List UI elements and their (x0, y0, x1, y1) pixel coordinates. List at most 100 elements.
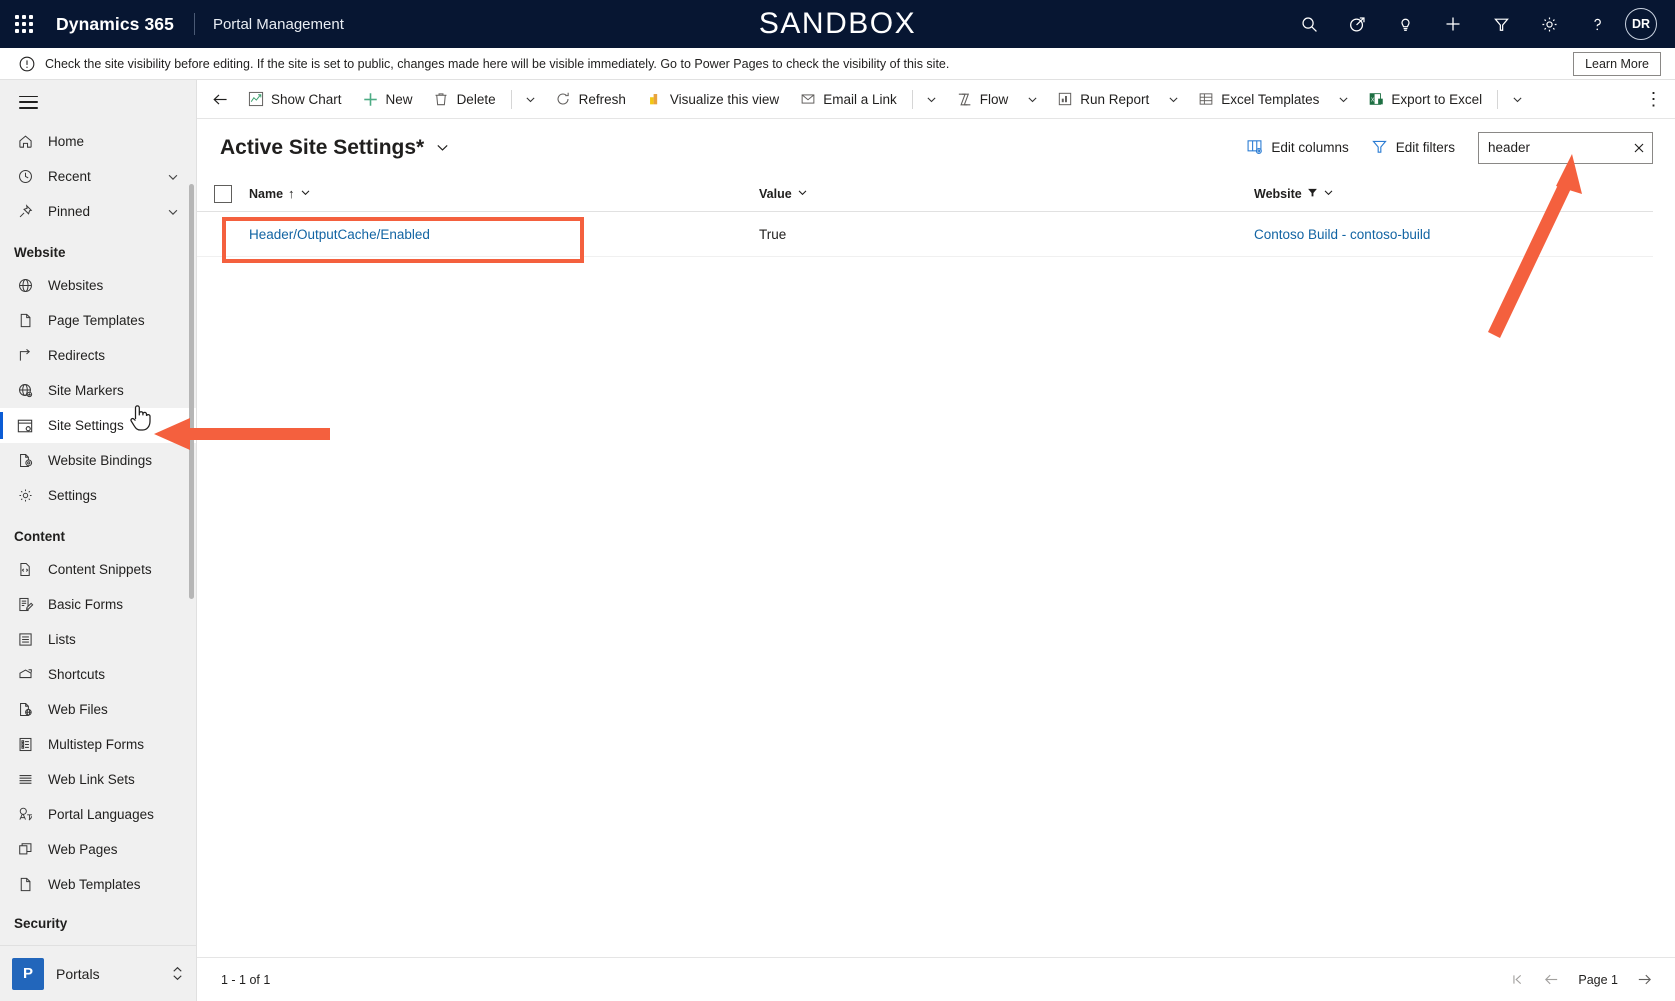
shortcut-icon (14, 664, 36, 686)
notification-text: Check the site visibility before editing… (45, 57, 949, 71)
sidebar-item-multistep-forms[interactable]: Multistep Forms (0, 727, 196, 762)
select-all-checkbox[interactable] (214, 185, 232, 203)
column-header-value[interactable]: Value (759, 187, 1254, 201)
run-report-button[interactable]: Run Report (1046, 80, 1159, 119)
chevron-down-icon[interactable] (166, 205, 180, 219)
search-input[interactable] (1488, 140, 1622, 155)
sidebar-item-basic-forms[interactable]: Basic Forms (0, 587, 196, 622)
excel-icon: X (1367, 91, 1384, 108)
flow-button[interactable]: Flow (946, 80, 1019, 119)
prev-page-icon[interactable] (1543, 971, 1560, 988)
assistant-icon[interactable] (1333, 0, 1381, 48)
row-website-link[interactable]: Contoso Build - contoso-build (1254, 227, 1430, 242)
sidebar-item-site-settings[interactable]: Site Settings (0, 408, 196, 443)
close-icon[interactable] (1632, 141, 1646, 155)
chevron-down-icon[interactable] (1323, 187, 1334, 201)
page-label: Page 1 (1578, 973, 1618, 987)
portal-switcher[interactable]: P Portals (0, 945, 197, 1001)
data-grid: Name ↑ Value Website (197, 176, 1675, 257)
refresh-button[interactable]: Refresh (545, 80, 636, 119)
delete-more-caret[interactable] (517, 80, 545, 119)
sidebar-item-lists[interactable]: Lists (0, 622, 196, 657)
form-edit-icon (14, 594, 36, 616)
record-count: 1 - 1 of 1 (221, 973, 270, 987)
email-link-icon (799, 91, 816, 108)
chevron-down-icon[interactable] (300, 187, 311, 201)
sidebar-item-label: Web Files (48, 702, 108, 717)
sidebar-scrollbar[interactable] (189, 184, 194, 599)
sidebar-item-website-bindings[interactable]: Website Bindings (0, 443, 196, 478)
column-filter-icon (1307, 187, 1318, 201)
column-header-name[interactable]: Name ↑ (249, 186, 759, 201)
avatar[interactable]: DR (1625, 8, 1657, 40)
sidebar-item-web-pages[interactable]: Web Pages (0, 832, 196, 867)
search-icon[interactable] (1285, 0, 1333, 48)
view-tools: Edit columns Edit filters (1237, 132, 1653, 164)
back-arrow-icon[interactable] (203, 80, 237, 119)
sidebar-group-website: Website (0, 229, 196, 268)
sidebar-item-web-templates[interactable]: Web Templates (0, 867, 196, 902)
chart-icon (247, 91, 264, 108)
table-row[interactable]: Header/OutputCache/Enabled True Contoso … (197, 212, 1653, 257)
menu-icon[interactable] (0, 80, 56, 124)
sidebar-item-label: Portal Languages (48, 807, 154, 822)
next-page-icon[interactable] (1636, 971, 1653, 988)
chevron-down-icon[interactable] (797, 187, 808, 201)
email-a-link-button[interactable]: Email a Link (789, 80, 907, 119)
excel-templates-more-caret[interactable] (1329, 80, 1357, 119)
show-chart-button[interactable]: Show Chart (237, 80, 352, 119)
pages-icon (14, 839, 36, 861)
row-name-link[interactable]: Header/OutputCache/Enabled (249, 227, 430, 242)
edit-filters-button[interactable]: Edit filters (1362, 132, 1464, 164)
view-header: Active Site Settings* Edit columns (197, 119, 1675, 176)
gear-icon[interactable] (1525, 0, 1573, 48)
flow-more-caret[interactable] (1018, 80, 1046, 119)
sidebar-item-web-link-sets[interactable]: Web Link Sets (0, 762, 196, 797)
sidebar-item-page-templates[interactable]: Page Templates (0, 303, 196, 338)
sidebar-item-pinned[interactable]: Pinned (0, 194, 196, 229)
delete-button[interactable]: Delete (423, 80, 506, 119)
sidebar-item-label: Multistep Forms (48, 737, 144, 752)
export-to-excel-button[interactable]: X Export to Excel (1357, 80, 1492, 119)
lightbulb-icon[interactable] (1381, 0, 1429, 48)
run-report-more-caret[interactable] (1159, 80, 1187, 119)
sidebar-item-settings[interactable]: Settings (0, 478, 196, 513)
plus-icon[interactable] (1429, 0, 1477, 48)
sidebar-item-web-files[interactable]: Web Files (0, 692, 196, 727)
globe-icon (14, 275, 36, 297)
edit-columns-button[interactable]: Edit columns (1237, 132, 1357, 164)
sidebar-item-redirects[interactable]: Redirects (0, 338, 196, 373)
sidebar-item-label: Settings (48, 488, 97, 503)
sidebar-item-content-snippets[interactable]: Content Snippets (0, 552, 196, 587)
app-launcher-button[interactable] (0, 0, 48, 48)
sidebar-item-websites[interactable]: Websites (0, 268, 196, 303)
search-box[interactable] (1478, 132, 1653, 164)
first-page-icon[interactable] (1510, 972, 1525, 987)
sidebar-item-site-markers[interactable]: Site Markers (0, 373, 196, 408)
chevron-down-icon[interactable] (435, 140, 450, 155)
cell-website: Contoso Build - contoso-build (1254, 227, 1653, 242)
web-file-icon (14, 699, 36, 721)
column-header-website[interactable]: Website (1254, 187, 1653, 201)
visualize-this-view-button[interactable]: Visualize this view (636, 80, 789, 119)
chevron-down-icon[interactable] (166, 170, 180, 184)
multistep-icon (14, 734, 36, 756)
select-all-cell[interactable] (197, 185, 249, 203)
email-more-caret[interactable] (918, 80, 946, 119)
help-icon[interactable] (1573, 0, 1621, 48)
sidebar-item-home[interactable]: Home (0, 124, 196, 159)
filter-icon[interactable] (1477, 0, 1525, 48)
excel-templates-button[interactable]: Excel Templates (1187, 80, 1329, 119)
edit-columns-icon (1246, 138, 1263, 158)
command-overflow-button[interactable]: ⋮ (1639, 80, 1669, 119)
sidebar-item-recent[interactable]: Recent (0, 159, 196, 194)
command-label: Flow (980, 92, 1009, 107)
sidebar-item-label: Basic Forms (48, 597, 123, 612)
new-button[interactable]: New (352, 80, 423, 119)
command-label: Refresh (579, 92, 626, 107)
learn-more-button[interactable]: Learn More (1573, 52, 1661, 76)
sidebar-item-shortcuts[interactable]: Shortcuts (0, 657, 196, 692)
export-more-caret[interactable] (1503, 80, 1531, 119)
up-down-icon[interactable] (170, 965, 185, 982)
sidebar-item-portal-languages[interactable]: Portal Languages (0, 797, 196, 832)
